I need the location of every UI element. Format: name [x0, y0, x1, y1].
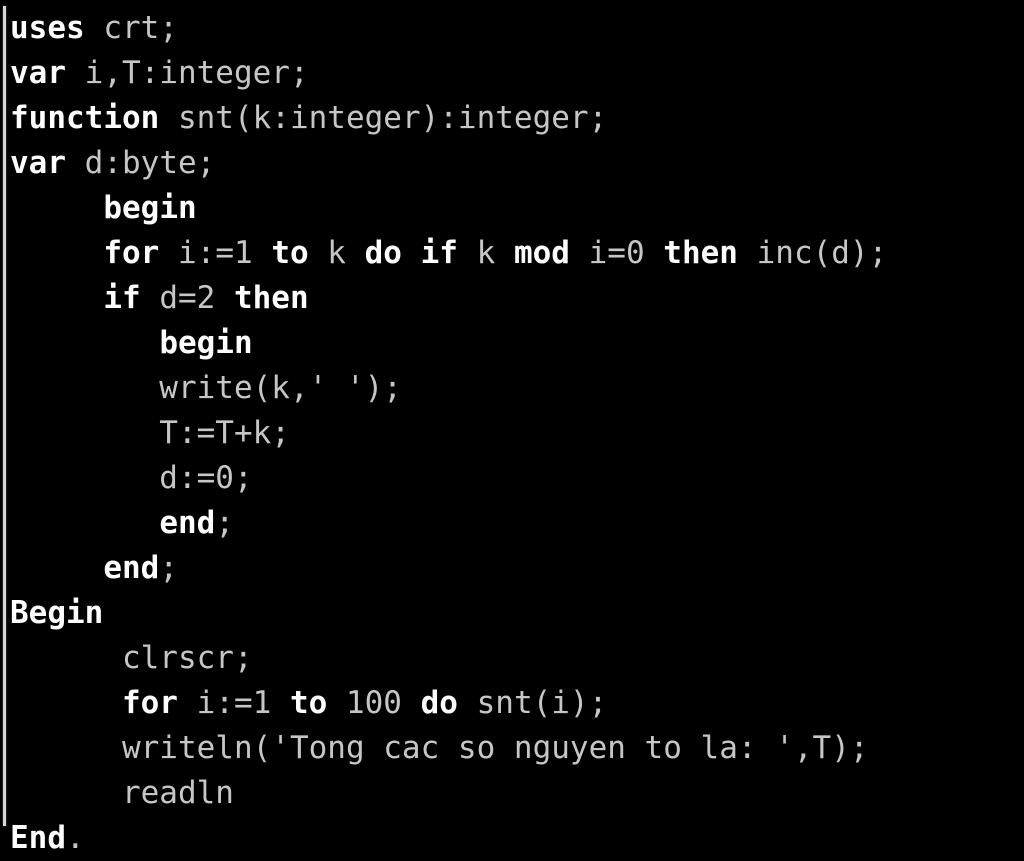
code-token-keyword: function — [10, 100, 160, 136]
code-editor-screen: uses crt; var i,T:integer; function snt(k:… — [0, 0, 1024, 856]
code-line[interactable]: write(k,' '); — [10, 366, 1020, 411]
code-line[interactable]: var d:byte; — [10, 141, 1020, 186]
code-token-text: write(k,' '); — [10, 370, 402, 406]
code-token-text: i,T:integer; — [66, 55, 309, 91]
code-token-keyword: to — [271, 235, 309, 271]
code-token-text: i=0 — [569, 235, 664, 271]
code-token-keyword: then — [663, 235, 738, 271]
code-token-keyword: do — [364, 235, 402, 271]
code-line[interactable]: for i:=1 to 100 do snt(i); — [10, 681, 1020, 726]
code-token-keyword: var — [10, 55, 66, 91]
code-token-text: inc(d); — [737, 235, 888, 271]
code-line[interactable]: if d=2 then — [10, 276, 1020, 321]
code-token-text: 100 — [327, 685, 421, 721]
code-token-keyword: Begin — [10, 595, 104, 631]
code-token-keyword: begin — [103, 190, 197, 226]
code-token-keyword: End — [10, 820, 66, 856]
code-token-text: d:byte; — [66, 145, 216, 181]
code-token-keyword: begin — [159, 325, 253, 361]
code-line[interactable]: Begin — [10, 591, 1020, 636]
code-line[interactable]: for i:=1 to k do if k mod i=0 then inc(d… — [10, 231, 1020, 276]
code-token-keyword: if — [420, 235, 458, 271]
code-token-keyword: var — [10, 145, 66, 181]
code-token-keyword: for — [121, 685, 178, 721]
code-token-text: ; — [215, 505, 234, 541]
code-token-text: T:=T+k; — [10, 415, 290, 451]
code-token-text: k — [457, 235, 514, 271]
code-token-keyword: do — [420, 685, 458, 721]
code-line[interactable]: var i,T:integer; — [10, 51, 1020, 96]
code-token-keyword: mod — [513, 235, 570, 271]
code-token-keyword: then — [233, 280, 309, 316]
code-token-keyword: to — [289, 685, 328, 721]
code-line[interactable]: begin — [10, 321, 1020, 366]
code-token-text: ; — [159, 550, 178, 586]
code-line[interactable]: begin — [10, 186, 1020, 231]
code-token-text: i:=1 — [159, 235, 272, 271]
code-token-text: clrscr; — [10, 640, 253, 676]
code-token-text: d=2 — [140, 280, 234, 316]
editor-left-border — [3, 6, 6, 826]
code-line[interactable]: writeln('Tong cac so nguyen to la: ',T); — [10, 726, 1020, 771]
code-token-text: writeln('Tong cac so nguyen to la: ',T); — [10, 730, 869, 766]
code-token-keyword: if — [103, 280, 141, 316]
code-line[interactable]: d:=0; — [10, 456, 1020, 501]
code-token-text: k — [308, 235, 365, 271]
code-line[interactable]: clrscr; — [10, 636, 1020, 681]
code-line[interactable]: T:=T+k; — [10, 411, 1020, 456]
code-line[interactable]: readln — [10, 771, 1020, 816]
code-token-text: d:=0; — [10, 460, 253, 496]
code-token-keyword: end — [159, 505, 216, 541]
code-line[interactable]: function snt(k:integer):integer; — [10, 96, 1020, 141]
code-token-text: snt(i); — [457, 685, 608, 721]
code-token-keyword: end — [103, 550, 160, 586]
code-line[interactable]: end; — [10, 546, 1020, 591]
code-token-text: i:=1 — [177, 685, 290, 721]
code-line[interactable]: End. — [10, 816, 1020, 861]
code-token-keyword: uses — [10, 10, 85, 46]
code-line[interactable]: end; — [10, 501, 1020, 546]
code-token-keyword: for — [103, 235, 160, 271]
source-code-listing[interactable]: uses crt; var i,T:integer; function snt(k:… — [10, 6, 1020, 856]
code-token-text: crt; — [84, 10, 178, 46]
code-token-text: snt(k:integer):integer; — [159, 100, 608, 136]
code-token-text: . — [66, 820, 85, 856]
code-token-text: readln — [10, 775, 234, 811]
code-line[interactable]: uses crt; — [10, 6, 1020, 51]
